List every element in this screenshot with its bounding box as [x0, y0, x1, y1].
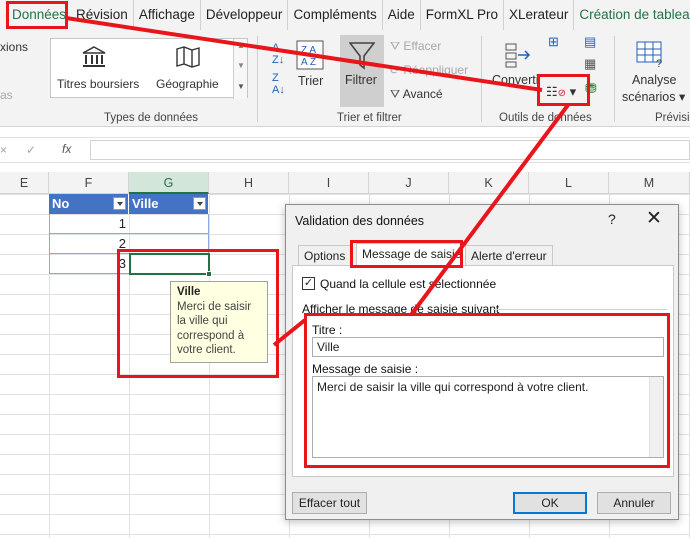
highlight-message-fields: [304, 313, 670, 468]
highlight-message-tab: [350, 240, 463, 268]
highlight-tooltip: [117, 249, 279, 378]
highlight-validation-button: [537, 74, 590, 106]
highlight-donnees-tab: [6, 1, 68, 29]
